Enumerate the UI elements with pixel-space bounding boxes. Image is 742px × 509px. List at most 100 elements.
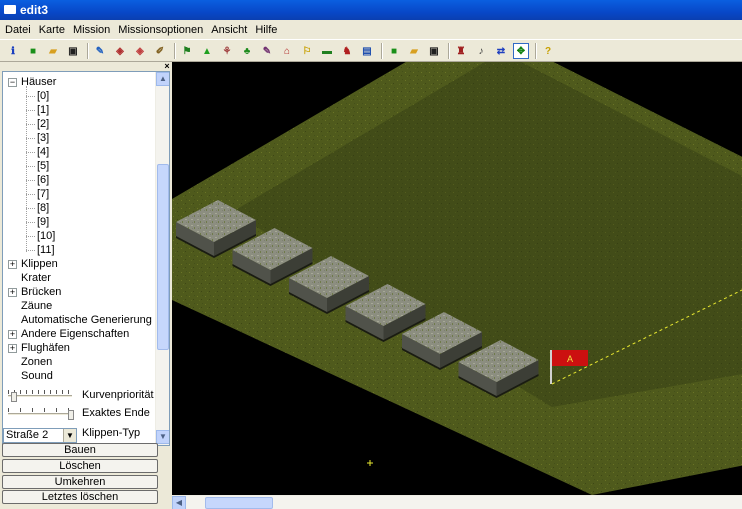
scroll-down-icon[interactable]: ▼	[156, 430, 169, 444]
house-icon[interactable]: ⌂	[279, 43, 295, 59]
loeschen-button[interactable]: Löschen	[2, 459, 158, 473]
tree-leaf[interactable]: [0]	[37, 89, 49, 103]
move-icon[interactable]: ✥	[513, 43, 529, 59]
tree-category[interactable]: Zäune	[21, 299, 52, 313]
flag-icon[interactable]: ⚐	[299, 43, 315, 59]
save-icon[interactable]: ▣	[65, 43, 81, 59]
menu-item-datei[interactable]: Datei	[2, 24, 34, 36]
slider-thumb[interactable]	[11, 392, 17, 402]
terrain-tool-icon[interactable]: ◈	[112, 43, 128, 59]
terrain-tool-2-icon[interactable]: ◈	[132, 43, 148, 59]
object-b-icon[interactable]: ▲	[199, 43, 215, 59]
open-icon[interactable]: ▰	[45, 43, 61, 59]
open-mission-icon[interactable]: ▰	[406, 43, 422, 59]
collapse-icon[interactable]: −	[8, 78, 17, 87]
window-title: edit3	[20, 3, 49, 17]
waypoint-icon[interactable]: ⇄	[493, 43, 509, 59]
map-canvas[interactable]: A	[172, 62, 742, 495]
tree-category[interactable]: Flughäfen	[21, 341, 70, 355]
map-viewport[interactable]: A	[172, 62, 742, 495]
tree-leaf[interactable]: [8]	[37, 201, 49, 215]
save-mission-icon[interactable]: ▣	[426, 43, 442, 59]
sound-icon[interactable]: ♪	[473, 43, 489, 59]
scroll-left-icon[interactable]: ◀	[172, 496, 186, 509]
tree-leaf[interactable]: [4]	[37, 145, 49, 159]
menu-item-mission[interactable]: Mission	[70, 24, 113, 36]
tree-leaf[interactable]: [2]	[37, 117, 49, 131]
menu-item-karte[interactable]: Karte	[36, 24, 68, 36]
tree-leaf[interactable]: [1]	[37, 103, 49, 117]
paint-terrain-icon[interactable]: ✎	[92, 43, 108, 59]
tree-leaf[interactable]: [10]	[37, 229, 55, 243]
expand-icon[interactable]: +	[8, 260, 17, 269]
tree-leaf[interactable]: [7]	[37, 187, 49, 201]
tree-leaf[interactable]: [9]	[37, 215, 49, 229]
tree-connector	[26, 152, 35, 153]
cursor-crosshair	[367, 460, 373, 466]
toolbar-separator	[174, 43, 176, 59]
slider-track	[8, 395, 72, 398]
letztes-loeschen-button[interactable]: Letztes löschen	[2, 490, 158, 504]
tree-category[interactable]: Zonen	[21, 355, 52, 369]
tree-connector	[26, 222, 35, 223]
chevron-down-icon[interactable]: ▼	[63, 429, 76, 442]
tree-connector	[26, 236, 35, 237]
object-a-icon[interactable]: ⚑	[179, 43, 195, 59]
map-scroll-thumb[interactable]	[205, 497, 273, 509]
title-bar[interactable]: edit3	[0, 0, 742, 20]
unit-icon[interactable]: ♞	[339, 43, 355, 59]
tree-connector	[26, 250, 35, 251]
exaktes-ende-slider[interactable]	[8, 408, 74, 422]
tree-connector	[26, 110, 35, 111]
kurvenprioritaet-slider[interactable]	[8, 390, 72, 404]
help-icon[interactable]: ?	[540, 43, 556, 59]
slider-ticks	[8, 408, 72, 412]
route-icon[interactable]: ▬	[319, 43, 335, 59]
tree-connector	[26, 208, 35, 209]
map-horizontal-scrollbar[interactable]: ◀	[172, 495, 742, 509]
expand-icon[interactable]: +	[8, 330, 17, 339]
toolbar-separator	[535, 43, 537, 59]
expand-icon[interactable]: +	[8, 288, 17, 297]
editor-window: edit3 Datei Karte Mission Missionsoptionen A…	[0, 0, 742, 509]
tree-category[interactable]: Brücken	[21, 285, 61, 299]
klippen-typ-select[interactable]: Straße 2 ▼	[3, 428, 77, 443]
kurvenprioritaet-label: Kurvenpriorität	[82, 389, 154, 401]
tree-icon[interactable]: ♣	[239, 43, 255, 59]
tree-category[interactable]: Andere Eigenschaften	[21, 327, 129, 341]
tree-leaf[interactable]: [3]	[37, 131, 49, 145]
info-icon[interactable]: ℹ	[5, 43, 21, 59]
object-c-icon[interactable]: ⚘	[219, 43, 235, 59]
tree-leaf[interactable]: [5]	[37, 159, 49, 173]
scroll-up-icon[interactable]: ▲	[156, 72, 169, 86]
tree-category[interactable]: Automatische Generierung	[21, 313, 152, 327]
menu-item-missionsoptionen[interactable]: Missionsoptionen	[115, 24, 206, 36]
tree-connector	[26, 166, 35, 167]
tree-category[interactable]: Sound	[21, 369, 53, 383]
new-icon[interactable]: ■	[25, 43, 41, 59]
app-icon	[4, 5, 16, 14]
flag-marker-label: A	[567, 354, 573, 364]
edit-tool-icon[interactable]: ✐	[152, 43, 168, 59]
bauen-button[interactable]: Bauen	[2, 443, 158, 457]
tree-scroll-thumb[interactable]	[157, 164, 169, 350]
menu-item-hilfe[interactable]: Hilfe	[252, 24, 280, 36]
left-panel: × Häuser − [0] [1] [2] [3] [4] [5] [6] [7] [8] [9][…	[0, 62, 172, 509]
exaktes-ende-label: Exaktes Ende	[82, 407, 150, 419]
tree-scrollbar[interactable]: ▲ ▼	[155, 72, 169, 445]
expand-icon[interactable]: +	[8, 344, 17, 353]
new-mission-icon[interactable]: ■	[386, 43, 402, 59]
menu-item-ansicht[interactable]: Ansicht	[208, 24, 250, 36]
slider-thumb[interactable]	[68, 410, 74, 420]
tree-leaf[interactable]: [11]	[37, 243, 55, 257]
slider-ticks	[8, 390, 72, 394]
tree-category[interactable]: Krater	[21, 271, 51, 285]
brush-icon[interactable]: ✎	[259, 43, 275, 59]
vehicle-icon[interactable]: ▤	[359, 43, 375, 59]
tree-leaf[interactable]: [6]	[37, 173, 49, 187]
tree-category[interactable]: Klippen	[21, 257, 58, 271]
tree-connector	[26, 96, 35, 97]
umkehren-button[interactable]: Umkehren	[2, 475, 158, 489]
tree-connector	[26, 194, 35, 195]
trigger-icon[interactable]: ♜	[453, 43, 469, 59]
